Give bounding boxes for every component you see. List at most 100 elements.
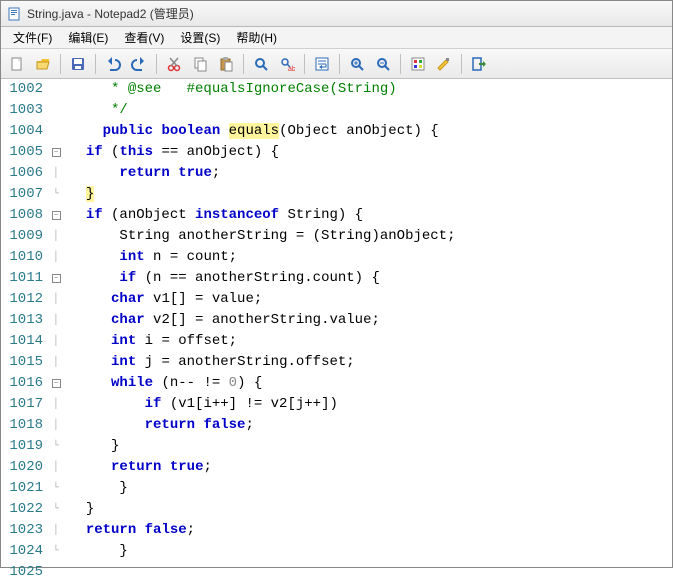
fold-marker[interactable]: − xyxy=(49,268,63,289)
code-line[interactable]: return true; xyxy=(69,163,672,184)
exit-icon[interactable] xyxy=(467,52,491,76)
zoom-in-icon[interactable] xyxy=(345,52,369,76)
line-number: 1023 xyxy=(1,520,43,541)
save-icon[interactable] xyxy=(66,52,90,76)
zoom-out-icon[interactable] xyxy=(371,52,395,76)
line-number: 1021 xyxy=(1,478,43,499)
fold-marker[interactable]: └ xyxy=(49,541,63,562)
line-number: 1010 xyxy=(1,247,43,268)
code-line[interactable]: return false; xyxy=(69,415,672,436)
line-number: 1016 xyxy=(1,373,43,394)
replace-icon[interactable]: ab xyxy=(275,52,299,76)
fold-marker[interactable] xyxy=(49,79,63,100)
toolbar-separator xyxy=(243,54,244,74)
fold-marker[interactable]: │ xyxy=(49,310,63,331)
code-line[interactable]: return false; xyxy=(69,520,672,541)
find-icon[interactable] xyxy=(249,52,273,76)
svg-text:ab: ab xyxy=(288,66,295,72)
fold-marker[interactable]: │ xyxy=(49,163,63,184)
code-line[interactable]: } xyxy=(69,541,672,562)
line-number: 1002 xyxy=(1,79,43,100)
line-number: 1025 xyxy=(1,562,43,583)
menu-file[interactable]: 文件(F) xyxy=(5,27,60,48)
line-number: 1022 xyxy=(1,499,43,520)
line-number: 1003 xyxy=(1,100,43,121)
window-title: String.java - Notepad2 (管理员) xyxy=(27,5,194,22)
paste-icon[interactable] xyxy=(214,52,238,76)
fold-marker[interactable]: │ xyxy=(49,331,63,352)
fold-marker[interactable]: │ xyxy=(49,415,63,436)
copy-icon[interactable] xyxy=(188,52,212,76)
code-line[interactable] xyxy=(69,562,672,583)
fold-marker[interactable]: └ xyxy=(49,499,63,520)
fold-marker[interactable]: │ xyxy=(49,520,63,541)
scheme-icon[interactable] xyxy=(406,52,430,76)
fold-marker[interactable]: − xyxy=(49,205,63,226)
fold-marker[interactable]: └ xyxy=(49,436,63,457)
fold-column[interactable]: −│└−││−││││−││└│└└│└ xyxy=(49,79,63,567)
fold-marker[interactable]: │ xyxy=(49,247,63,268)
code-line[interactable]: if (this == anObject) { xyxy=(69,142,672,163)
line-number: 1017 xyxy=(1,394,43,415)
toolbar-separator xyxy=(400,54,401,74)
fold-marker[interactable]: │ xyxy=(49,289,63,310)
customize-icon[interactable] xyxy=(432,52,456,76)
code-line[interactable]: char v2[] = anotherString.value; xyxy=(69,310,672,331)
code-line[interactable]: int i = offset; xyxy=(69,331,672,352)
undo-icon[interactable] xyxy=(101,52,125,76)
line-number: 1020 xyxy=(1,457,43,478)
code-line[interactable]: * @see #equalsIgnoreCase(String) xyxy=(69,79,672,100)
code-line[interactable]: public boolean equals(Object anObject) { xyxy=(69,121,672,142)
code-line[interactable]: if (v1[i++] != v2[j++]) xyxy=(69,394,672,415)
fold-marker[interactable] xyxy=(49,121,63,142)
menu-edit[interactable]: 编辑(E) xyxy=(60,27,116,48)
redo-icon[interactable] xyxy=(127,52,151,76)
new-file-icon[interactable] xyxy=(5,52,29,76)
fold-marker[interactable]: └ xyxy=(49,478,63,499)
word-wrap-icon[interactable] xyxy=(310,52,334,76)
open-file-icon[interactable] xyxy=(31,52,55,76)
toolbar-separator xyxy=(156,54,157,74)
code-line[interactable]: if (n == anotherString.count) { xyxy=(69,268,672,289)
fold-marker[interactable] xyxy=(49,100,63,121)
cut-icon[interactable] xyxy=(162,52,186,76)
code-line[interactable]: return true; xyxy=(69,457,672,478)
line-number: 1011 xyxy=(1,268,43,289)
code-line[interactable]: char v1[] = value; xyxy=(69,289,672,310)
line-number: 1007 xyxy=(1,184,43,205)
app-icon xyxy=(7,6,23,22)
line-number: 1012 xyxy=(1,289,43,310)
code-line[interactable]: String anotherString = (String)anObject; xyxy=(69,226,672,247)
fold-marker[interactable] xyxy=(49,562,63,583)
line-number: 1024 xyxy=(1,541,43,562)
code-line[interactable]: */ xyxy=(69,100,672,121)
menu-settings[interactable]: 设置(S) xyxy=(172,27,228,48)
fold-marker[interactable]: │ xyxy=(49,226,63,247)
code-line[interactable]: int j = anotherString.offset; xyxy=(69,352,672,373)
line-number: 1006 xyxy=(1,163,43,184)
toolbar-separator xyxy=(461,54,462,74)
fold-marker[interactable]: │ xyxy=(49,352,63,373)
code-line[interactable]: while (n-- != 0) { xyxy=(69,373,672,394)
line-number: 1018 xyxy=(1,415,43,436)
code-line[interactable]: } xyxy=(69,436,672,457)
line-number: 1009 xyxy=(1,226,43,247)
line-number: 1004 xyxy=(1,121,43,142)
code-area[interactable]: * @see #equalsIgnoreCase(String) */ publ… xyxy=(63,79,672,567)
editor[interactable]: 1002100310041005100610071008100910101011… xyxy=(1,79,672,567)
code-line[interactable]: } xyxy=(69,184,672,205)
code-line[interactable]: if (anObject instanceof String) { xyxy=(69,205,672,226)
code-line[interactable]: } xyxy=(69,499,672,520)
fold-marker[interactable]: │ xyxy=(49,394,63,415)
menu-view[interactable]: 查看(V) xyxy=(116,27,172,48)
fold-marker[interactable]: − xyxy=(49,142,63,163)
code-line[interactable]: } xyxy=(69,478,672,499)
line-number: 1015 xyxy=(1,352,43,373)
line-number: 1005 xyxy=(1,142,43,163)
menu-help[interactable]: 帮助(H) xyxy=(228,27,285,48)
code-line[interactable]: int n = count; xyxy=(69,247,672,268)
toolbar-separator xyxy=(60,54,61,74)
fold-marker[interactable]: − xyxy=(49,373,63,394)
fold-marker[interactable]: │ xyxy=(49,457,63,478)
fold-marker[interactable]: └ xyxy=(49,184,63,205)
